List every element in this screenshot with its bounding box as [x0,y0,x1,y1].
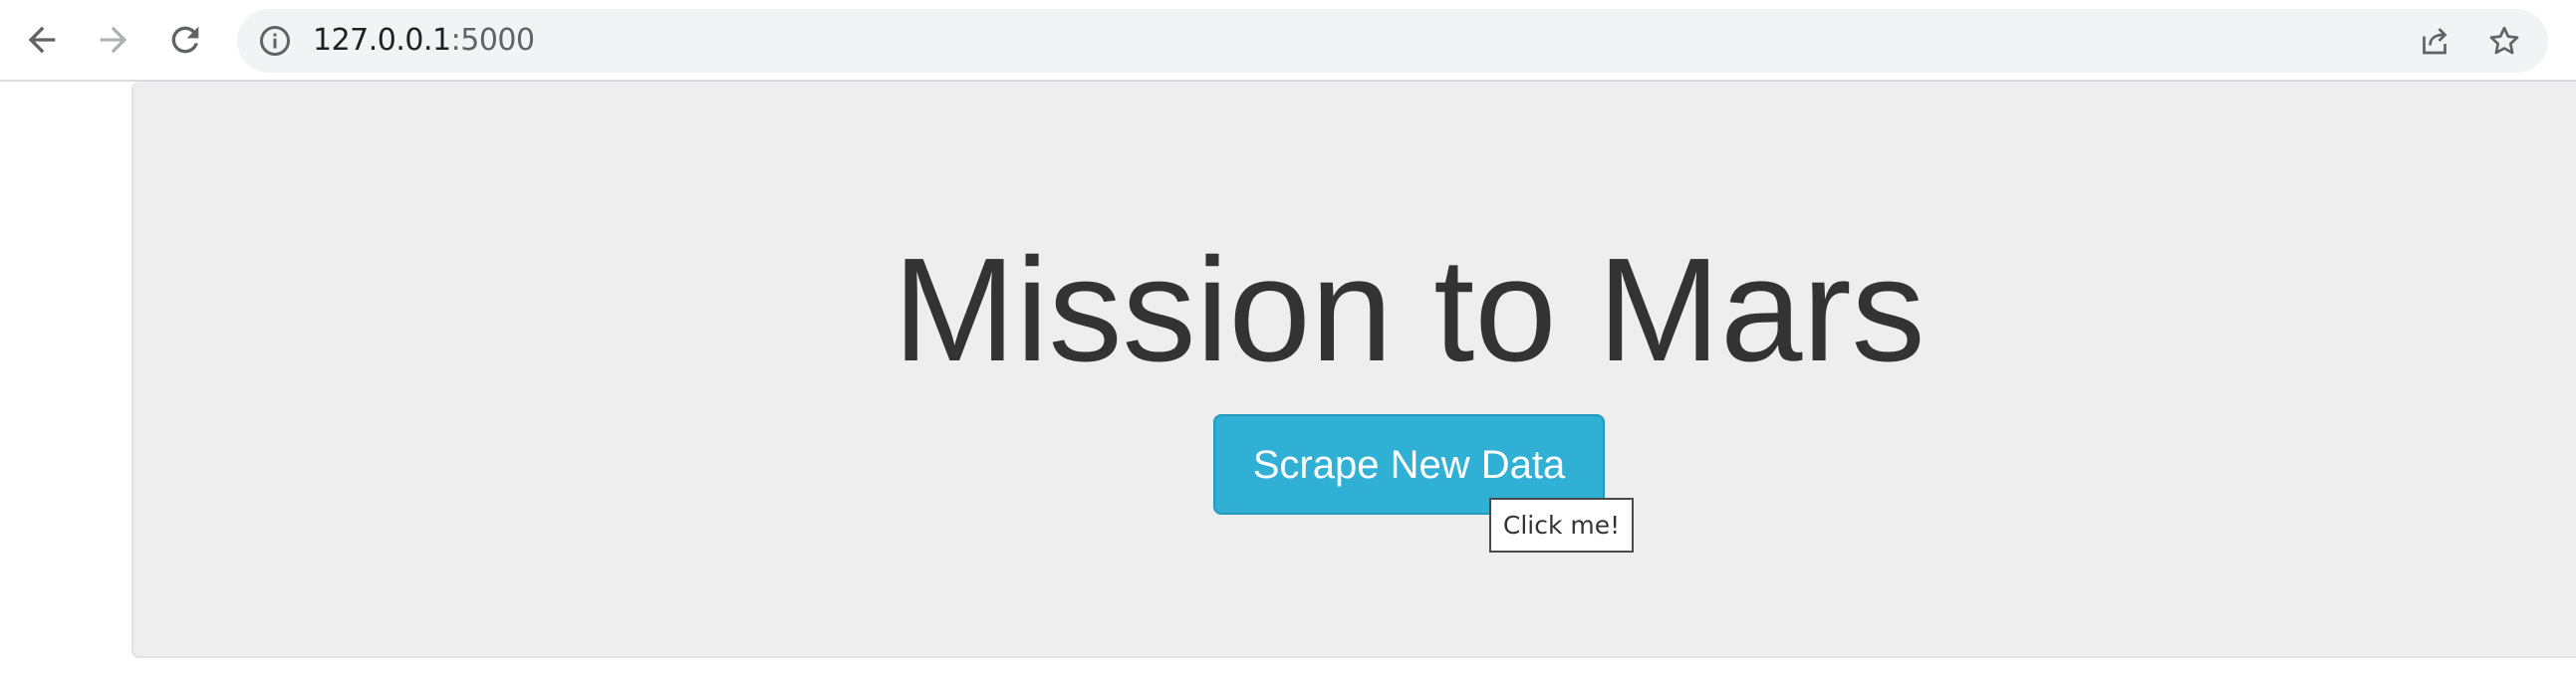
back-button[interactable] [14,12,70,68]
browser-toolbar: 127.0.0.1:5000 [0,0,2576,82]
share-icon[interactable] [2417,23,2452,59]
address-bar[interactable]: 127.0.0.1:5000 [237,9,2548,73]
forward-arrow-icon [100,26,128,54]
site-info-icon[interactable] [257,23,293,59]
page-title: Mission to Mars [893,228,1926,392]
forward-button[interactable] [86,12,141,68]
url-text[interactable]: 127.0.0.1:5000 [313,9,535,73]
reload-icon [171,26,199,54]
url-port: :5000 [450,23,535,58]
star-icon[interactable] [2486,23,2522,59]
button-tooltip: Click me! [1489,498,1634,553]
back-arrow-icon [28,26,56,54]
reload-button[interactable] [157,12,213,68]
url-host: 127.0.0.1 [313,23,451,58]
